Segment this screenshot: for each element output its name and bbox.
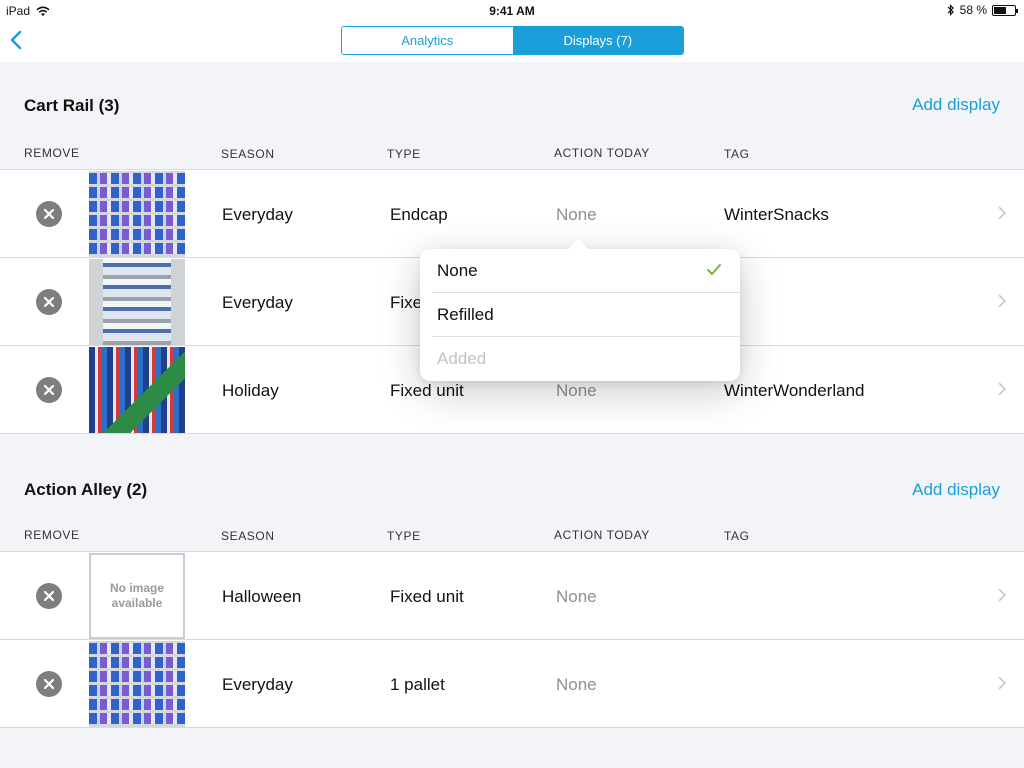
- option-label: None: [437, 260, 478, 280]
- section-title-cart-rail: Cart Rail (3): [24, 96, 120, 115]
- no-image-label: No image available: [109, 581, 164, 610]
- remove-button[interactable]: [36, 289, 62, 315]
- column-header-action: ACTION TODAY: [554, 528, 650, 542]
- table-row[interactable]: No image available Halloween Fixed unit …: [0, 552, 1024, 640]
- action-today-select[interactable]: None: [556, 675, 597, 695]
- add-display-button-cart-rail[interactable]: Add display: [912, 95, 1000, 115]
- chevron-right-icon: [998, 588, 1007, 602]
- segmented-control: Analytics Displays (7): [341, 26, 684, 55]
- season-cell: Everyday: [222, 293, 293, 312]
- column-header-tag: TAG: [724, 529, 750, 543]
- nav-bar: Analytics Displays (7): [0, 22, 1024, 62]
- chevron-left-icon: [10, 30, 22, 50]
- tag-cell: WinterSnacks: [724, 205, 829, 224]
- column-header-type: TYPE: [387, 529, 421, 543]
- chevron-right-icon: [998, 294, 1007, 308]
- no-image-placeholder: No image available: [89, 553, 185, 639]
- status-time: 9:41 AM: [489, 4, 535, 18]
- remove-button[interactable]: [36, 671, 62, 697]
- tag-cell: WinterWonderland: [724, 381, 865, 400]
- display-photo: [89, 641, 185, 727]
- bluetooth-icon: [947, 4, 954, 16]
- add-display-button-action-alley[interactable]: Add display: [912, 480, 1000, 500]
- season-cell: Halloween: [222, 587, 302, 606]
- option-none[interactable]: None: [432, 249, 740, 293]
- type-cell: Fixe: [390, 293, 423, 312]
- battery-icon: [992, 4, 1018, 16]
- season-cell: Everyday: [222, 205, 293, 224]
- column-header-remove: REMOVE: [24, 146, 80, 160]
- popover-arrow: [566, 239, 590, 251]
- status-bar: iPad 9:41 AM 58 %: [0, 0, 1024, 22]
- type-cell: 1 pallet: [390, 675, 445, 694]
- column-header-season: SEASON: [221, 529, 275, 543]
- checkmark-icon: [707, 264, 721, 276]
- section-title-action-alley: Action Alley (2): [24, 480, 148, 499]
- season-cell: Holiday: [222, 381, 279, 400]
- option-label: Added: [437, 349, 487, 368]
- remove-button[interactable]: [36, 377, 62, 403]
- tab-displays[interactable]: Displays (7): [512, 27, 683, 54]
- option-added: Added: [432, 337, 740, 381]
- chevron-right-icon: [998, 676, 1007, 690]
- column-header-tag: TAG: [724, 147, 750, 161]
- option-label: Refilled: [437, 304, 494, 324]
- table-row[interactable]: Everyday 1 pallet None: [0, 640, 1024, 728]
- type-cell: Endcap: [390, 205, 448, 224]
- column-header-remove: REMOVE: [24, 528, 80, 542]
- chevron-right-icon: [998, 206, 1007, 220]
- action-today-popover: None Refilled Added: [420, 249, 740, 381]
- status-right: 58 %: [947, 3, 1018, 17]
- action-today-select[interactable]: None: [556, 587, 597, 607]
- action-alley-table: No image available Halloween Fixed unit …: [0, 551, 1024, 728]
- battery-percent: 58 %: [959, 3, 987, 17]
- close-icon: [43, 590, 55, 602]
- table-row[interactable]: Everyday Endcap None WinterSnacks: [0, 170, 1024, 258]
- chevron-right-icon: [998, 382, 1007, 396]
- option-refilled[interactable]: Refilled: [432, 293, 740, 337]
- display-photo: [89, 171, 185, 257]
- column-header-type: TYPE: [387, 147, 421, 161]
- action-today-select[interactable]: None: [556, 381, 597, 401]
- season-cell: Everyday: [222, 675, 293, 694]
- back-button[interactable]: [6, 26, 36, 56]
- action-today-select[interactable]: None: [556, 205, 597, 225]
- remove-button[interactable]: [36, 201, 62, 227]
- display-photo: [89, 259, 185, 345]
- display-photo: [89, 347, 185, 433]
- close-icon: [43, 296, 55, 308]
- type-cell: Fixed unit: [390, 381, 464, 400]
- column-header-season: SEASON: [221, 147, 275, 161]
- close-icon: [43, 678, 55, 690]
- close-icon: [43, 384, 55, 396]
- type-cell: Fixed unit: [390, 587, 464, 606]
- close-icon: [43, 208, 55, 220]
- column-header-action: ACTION TODAY: [554, 146, 650, 160]
- tab-analytics[interactable]: Analytics: [342, 27, 513, 54]
- remove-button[interactable]: [36, 583, 62, 609]
